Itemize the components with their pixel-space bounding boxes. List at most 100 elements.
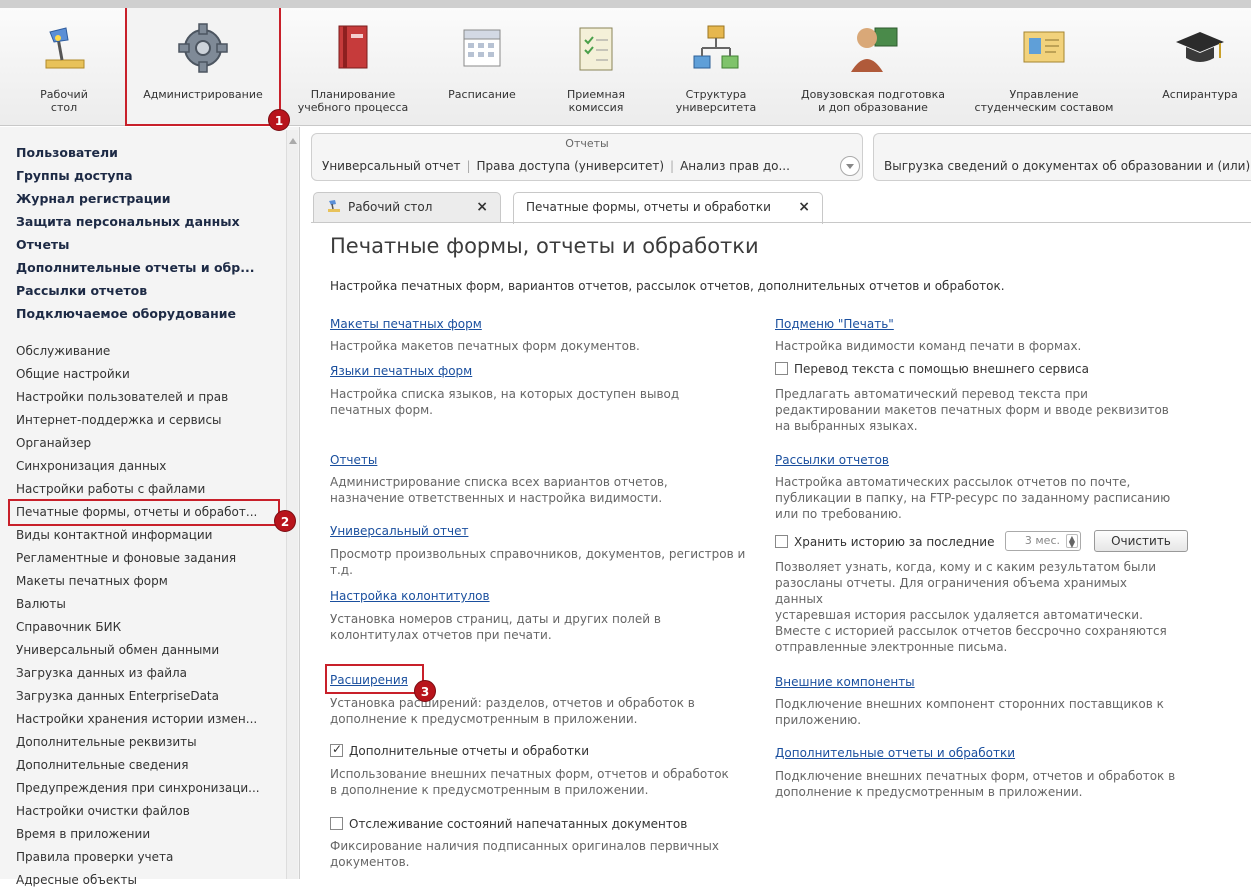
- sidebar-item-currencies[interactable]: Валюты: [16, 593, 276, 616]
- print-languages-desc: Настройка списка языков, на которых дост…: [330, 387, 680, 417]
- section-pre-university[interactable]: Довузовская подготовка и доп образование: [785, 8, 961, 126]
- section-label: Аспирантура: [1162, 88, 1238, 101]
- section-navigation-sidebar: Пользователи Группы доступа Журнал регис…: [0, 127, 300, 887]
- sidebar-item-print-templates[interactable]: Макеты печатных форм: [16, 570, 276, 593]
- section-label: Приемная комиссия: [566, 88, 626, 114]
- section-label: Планирование учебного процесса: [297, 88, 409, 114]
- history-checkbox[interactable]: Хранить историю за последние: [775, 535, 994, 549]
- sidebar-item-event-log[interactable]: Журнал регистрации: [16, 187, 276, 210]
- tab-label: Печатные формы, отчеты и обработки: [526, 200, 771, 214]
- sidebar-item-file-cleanup[interactable]: Настройки очистки файлов: [16, 800, 276, 823]
- clear-button[interactable]: Очистить: [1094, 530, 1188, 552]
- reports-panel-title: Отчеты: [565, 137, 609, 150]
- book-icon: [338, 25, 368, 69]
- checkbox-icon[interactable]: [775, 362, 788, 375]
- sidebar-item-additional-attributes[interactable]: Дополнительные реквизиты: [16, 731, 276, 754]
- sidebar-item-users[interactable]: Пользователи: [16, 141, 276, 164]
- additional-reports-checkbox[interactable]: Дополнительные отчеты и обработки: [330, 742, 589, 758]
- print-submenu-link[interactable]: Подменю "Печать": [775, 317, 894, 331]
- sidebar-item-additional-reports[interactable]: Дополнительные отчеты и обр...: [16, 256, 276, 279]
- extensions-link[interactable]: Расширения: [330, 673, 408, 687]
- main-content-area: Отчеты Универсальный отчет | Права доступа…: [301, 127, 1251, 879]
- tab-print-forms[interactable]: Печатные формы, отчеты и обработки ×: [513, 192, 823, 224]
- section-label: Рабочий стол: [40, 88, 88, 114]
- sidebar-item-file-settings[interactable]: Настройки работы с файлами: [16, 478, 276, 501]
- headers-footers-link[interactable]: Настройка колонтитулов: [330, 589, 490, 603]
- history-period-field[interactable]: 3 мес. ▲ ▼: [1005, 531, 1081, 551]
- sidebar-item-accounting-rules[interactable]: Правила проверки учета: [16, 846, 276, 869]
- section-planning[interactable]: Планирование учебного процесса: [288, 8, 418, 126]
- sidebar-scrollbar[interactable]: [286, 130, 298, 879]
- additional-reports-desc: Использование внешних печатных форм, отч…: [330, 767, 729, 797]
- tracking-desc: Фиксирование наличия подписанных оригина…: [330, 839, 719, 869]
- additional-reports-link[interactable]: Дополнительные отчеты и обработки: [775, 746, 1015, 760]
- tracking-checkbox[interactable]: Отслеживание состояний напечатанных доку…: [330, 817, 687, 831]
- access-rights-link[interactable]: Права доступа (университет): [477, 159, 665, 173]
- page-subtitle: Настройка печатных форм, вариантов отчет…: [330, 279, 1005, 293]
- gear-icon: [178, 23, 228, 73]
- tab-desktop[interactable]: Рабочий стол ×: [313, 192, 501, 222]
- spin-arrows-icon[interactable]: ▲ ▼: [1066, 534, 1078, 549]
- universal-report-section-link[interactable]: Универсальный отчет: [330, 524, 468, 538]
- print-languages-link[interactable]: Языки печатных форм: [330, 364, 472, 378]
- tab-underline: [311, 222, 1251, 223]
- checkbox-label: Отслеживание состояний напечатанных доку…: [349, 817, 688, 831]
- sidebar-item-organizer[interactable]: Органайзер: [16, 432, 276, 455]
- section-postgraduate[interactable]: Аспирантура: [1150, 8, 1250, 126]
- section-desktop[interactable]: Рабочий стол: [14, 8, 114, 126]
- export-panel: Выгрузка сведений о документах об образо…: [873, 133, 1251, 181]
- section-admissions[interactable]: Приемная комиссия: [546, 8, 646, 126]
- section-schedule[interactable]: Расписание: [432, 8, 532, 126]
- sidebar-item-print-forms[interactable]: Печатные формы, отчеты и обработ...: [8, 499, 280, 526]
- calendar-icon: [463, 29, 501, 67]
- sidebar-item-address-objects[interactable]: Адресные объекты: [16, 869, 276, 892]
- rights-analysis-link[interactable]: Анализ прав до...: [680, 159, 790, 173]
- scroll-up-arrow-icon[interactable]: [289, 138, 297, 144]
- sidebar-item-sync-warnings[interactable]: Предупреждения при синхронизаци...: [16, 777, 276, 800]
- print-templates-link[interactable]: Макеты печатных форм: [330, 317, 482, 331]
- checkbox-label: Перевод текста с помощью внешнего сервис…: [794, 362, 1089, 376]
- chevron-down-icon[interactable]: [840, 156, 860, 176]
- export-education-docs-link[interactable]: Выгрузка сведений о документах об образо…: [884, 159, 1250, 173]
- sidebar-bold-group: Пользователи Группы доступа Журнал регис…: [16, 141, 276, 325]
- window-top-strip: [0, 0, 1251, 8]
- sidebar-item-access-groups[interactable]: Группы доступа: [16, 164, 276, 187]
- section-administration[interactable]: Администрирование: [125, 8, 281, 126]
- checkbox-icon[interactable]: [775, 535, 788, 548]
- section-university-structure[interactable]: Структура университета: [663, 8, 769, 126]
- print-submenu-desc: Настройка видимости команд печати в форм…: [775, 339, 1082, 353]
- sidebar-item-maintenance[interactable]: Обслуживание: [16, 340, 276, 363]
- close-icon[interactable]: ×: [798, 193, 810, 221]
- checkbox-icon[interactable]: [330, 817, 343, 830]
- sidebar-item-personal-data[interactable]: Защита персональных данных: [16, 210, 276, 233]
- external-components-desc: Подключение внешних компонент сторонних …: [775, 697, 1164, 727]
- report-mailings-link[interactable]: Рассылки отчетов: [775, 453, 889, 467]
- sidebar-item-app-time[interactable]: Время в приложении: [16, 823, 276, 846]
- step-badge-2: 2: [274, 510, 296, 532]
- sidebar-item-additional-info[interactable]: Дополнительные сведения: [16, 754, 276, 777]
- sidebar-item-equipment[interactable]: Подключаемое оборудование: [16, 302, 276, 325]
- translate-desc: Предлагать автоматический перевод текста…: [775, 387, 1169, 433]
- checkbox-checked-icon[interactable]: [330, 742, 343, 757]
- sidebar-item-general-settings[interactable]: Общие настройки: [16, 363, 276, 386]
- close-icon[interactable]: ×: [476, 193, 488, 221]
- sidebar-item-internet-support[interactable]: Интернет-поддержка и сервисы: [16, 409, 276, 432]
- sidebar-item-user-settings[interactable]: Настройки пользователей и прав: [16, 386, 276, 409]
- sidebar-item-import-enterprisedata[interactable]: Загрузка данных EnterpriseData: [16, 685, 276, 708]
- sidebar-item-import-file[interactable]: Загрузка данных из файла: [16, 662, 276, 685]
- sidebar-item-history-settings[interactable]: Настройки хранения истории измен...: [16, 708, 276, 731]
- external-components-link[interactable]: Внешние компоненты: [775, 675, 915, 689]
- sidebar-item-report-mailings[interactable]: Рассылки отчетов: [16, 279, 276, 302]
- reports-link[interactable]: Отчеты: [330, 453, 377, 467]
- sidebar-item-bik[interactable]: Справочник БИК: [16, 616, 276, 639]
- sidebar-item-scheduled-jobs[interactable]: Регламентные и фоновые задания: [16, 547, 276, 570]
- universal-report-link[interactable]: Универсальный отчет: [322, 159, 460, 173]
- sidebar-item-universal-exchange[interactable]: Универсальный обмен данными: [16, 639, 276, 662]
- sidebar-item-data-sync[interactable]: Синхронизация данных: [16, 455, 276, 478]
- translate-checkbox[interactable]: Перевод текста с помощью внешнего сервис…: [775, 362, 1089, 376]
- sidebar-item-reports[interactable]: Отчеты: [16, 233, 276, 256]
- sidebar-item-contact-info[interactable]: Виды контактной информации: [16, 524, 276, 547]
- section-student-management[interactable]: Управление студенческим составом: [966, 8, 1122, 126]
- universal-report-desc: Просмотр произвольных справочников, доку…: [330, 547, 746, 577]
- history-period-value: 3 мес.: [1024, 534, 1060, 547]
